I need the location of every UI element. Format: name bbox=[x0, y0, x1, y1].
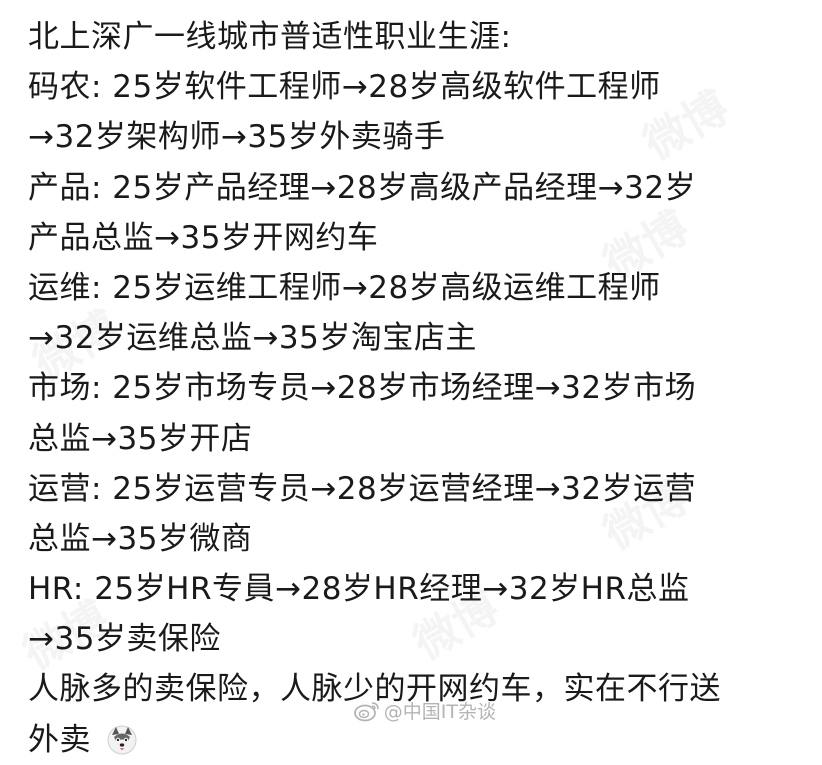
weibo-watermark: @中国IT杂谈 bbox=[353, 697, 496, 724]
post-line: →35岁卖保险 bbox=[28, 621, 221, 658]
post-line: 产品总监→35岁开网约车 bbox=[28, 219, 379, 256]
post-line: 产品: 25岁产品经理→28岁高级产品经理→32岁 bbox=[28, 169, 697, 206]
post-line-text: 外卖 bbox=[28, 721, 91, 758]
post-line: →32岁运维总监→35岁淘宝店主 bbox=[28, 320, 477, 357]
post-line: 运维: 25岁运维工程师→28岁高级运维工程师 bbox=[28, 269, 661, 306]
post-line: HR: 25岁HR专員→28岁HR经理→32岁HR总监 bbox=[28, 571, 690, 608]
post-line: 总监→35岁开店 bbox=[28, 420, 253, 457]
post-line: 运营: 25岁运营专员→28岁运营经理→32岁运营 bbox=[28, 470, 697, 507]
husky-dog-emoji-icon bbox=[107, 725, 137, 755]
post-line: →32岁架构师→35岁外卖骑手 bbox=[28, 119, 446, 156]
post-line: 北上深广一线城市普适性职业生涯: bbox=[28, 19, 512, 55]
post-line: 市场: 25岁市场专员→28岁市场经理→32岁市场 bbox=[28, 370, 697, 407]
post-line: 码农: 25岁软件工程师→28岁高级软件工程师 bbox=[28, 69, 661, 106]
weibo-logo-icon bbox=[353, 701, 379, 721]
post-text: 北上深广一线城市普适性职业生涯: 码农: 25岁软件工程师→28岁高级软件工程师… bbox=[28, 12, 818, 765]
watermark-text: @中国IT杂谈 bbox=[383, 701, 496, 723]
post-line: 总监→35岁微商 bbox=[28, 520, 253, 557]
